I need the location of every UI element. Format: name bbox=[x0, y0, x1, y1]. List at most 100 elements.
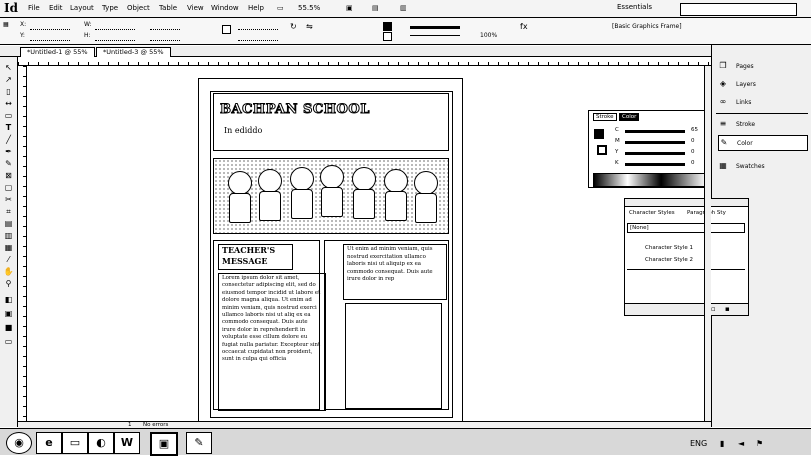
frame-style-select[interactable]: [Basic Graphics Frame] bbox=[612, 23, 682, 30]
w-field[interactable] bbox=[95, 21, 135, 30]
panel-pages[interactable]: ❐ Pages bbox=[718, 59, 806, 73]
rotate-icon[interactable]: ↻ bbox=[290, 22, 297, 31]
children-image-frame[interactable] bbox=[213, 158, 449, 234]
rectangle-tool-icon[interactable]: ▢ bbox=[3, 183, 14, 193]
scissors-tool-icon[interactable]: ✂ bbox=[3, 195, 14, 205]
hand-tool-icon[interactable]: ✋ bbox=[3, 267, 14, 277]
menu-object[interactable]: Object bbox=[127, 4, 150, 12]
fill-swatch[interactable] bbox=[594, 129, 604, 139]
word-icon[interactable]: W bbox=[114, 432, 140, 454]
panel-color[interactable]: ✎ Color bbox=[718, 135, 808, 151]
eyedropper-tool-icon[interactable]: ⁄ bbox=[3, 255, 14, 265]
direct-selection-tool-icon[interactable]: ↗ bbox=[3, 75, 14, 85]
ref-point-icon[interactable]: ▦ bbox=[3, 21, 9, 28]
slider-value[interactable]: 0 bbox=[691, 138, 695, 144]
rotate-field[interactable] bbox=[238, 21, 278, 30]
stroke-swatch[interactable] bbox=[597, 145, 607, 155]
gradient-swatch-tool-icon[interactable]: ▤ bbox=[3, 219, 14, 229]
panel-swatches[interactable]: ▦ Swatches bbox=[718, 159, 806, 173]
menu-view[interactable]: View bbox=[187, 4, 204, 12]
slider-value[interactable]: 0 bbox=[691, 160, 695, 166]
menu-table[interactable]: Table bbox=[159, 4, 177, 12]
style-none-row[interactable]: [None] bbox=[627, 223, 745, 233]
free-transform-tool-icon[interactable]: ⌗ bbox=[3, 207, 14, 217]
image-placeholder-frame[interactable] bbox=[345, 303, 442, 409]
vertical-ruler[interactable] bbox=[18, 66, 27, 421]
explorer-icon[interactable]: ▭ bbox=[62, 432, 88, 454]
right-text-frame[interactable]: Ut enim ad minim veniam, quis nostrud ex… bbox=[343, 244, 447, 300]
indesign-icon[interactable]: ▣ bbox=[150, 432, 178, 456]
ie-icon[interactable]: e bbox=[36, 432, 62, 454]
screen-mode-icon-tool[interactable]: ▭ bbox=[3, 337, 14, 347]
arrange-icon[interactable]: ▥ bbox=[400, 4, 407, 12]
zoom-tool-icon[interactable]: ⚲ bbox=[3, 279, 14, 289]
content-collector-icon[interactable]: ▭ bbox=[3, 111, 14, 121]
y-field[interactable] bbox=[30, 32, 70, 41]
view-options-icon[interactable]: ▤ bbox=[372, 4, 379, 12]
workspace-switcher[interactable]: Essentials bbox=[617, 3, 652, 11]
style-item[interactable]: Character Style 1 bbox=[645, 245, 693, 251]
header-frame[interactable]: BACHPAN SCHOOL In ediddo bbox=[213, 93, 449, 151]
vertical-scrollbar[interactable] bbox=[704, 66, 711, 421]
magenta-slider[interactable]: M0 bbox=[611, 138, 706, 146]
tab-untitled-1[interactable]: *Untitled-1 @ 55% bbox=[20, 47, 95, 57]
flip-icon[interactable]: ⇋ bbox=[306, 22, 313, 31]
gradient-feather-tool-icon[interactable]: ▥ bbox=[3, 231, 14, 241]
slider-value[interactable]: 0 bbox=[691, 149, 695, 155]
rectangle-frame-tool-icon[interactable]: ⊠ bbox=[3, 171, 14, 181]
tab-untitled-3[interactable]: *Untitled-3 @ 55% bbox=[96, 47, 171, 57]
horizontal-scrollbar[interactable]: 1 No errors bbox=[18, 421, 711, 428]
network-icon[interactable]: ▮ bbox=[720, 439, 724, 448]
selection-tool-icon[interactable]: ↖ bbox=[3, 63, 14, 73]
teacher-column[interactable]: TEACHER'S MESSAGE Lorem ipsum dolor sit … bbox=[213, 240, 326, 411]
media-icon[interactable]: ◐ bbox=[88, 432, 114, 454]
tab-character-styles[interactable]: Character Styles bbox=[629, 210, 675, 216]
h-field[interactable] bbox=[95, 32, 135, 41]
teacher-message-text[interactable]: Lorem ipsum dolor sit amet, consectetur … bbox=[218, 273, 326, 411]
panel-links[interactable]: ∞ Links bbox=[718, 95, 806, 109]
x-field[interactable] bbox=[30, 21, 70, 30]
delete-style-icon[interactable]: ▪ bbox=[725, 305, 730, 313]
slider-track[interactable] bbox=[625, 130, 685, 133]
menu-help[interactable]: Help bbox=[248, 4, 264, 12]
tray-language[interactable]: ENG bbox=[690, 439, 707, 448]
slider-track[interactable] bbox=[625, 163, 685, 166]
volume-icon[interactable]: ◄ bbox=[738, 439, 744, 448]
scale-y-field[interactable] bbox=[150, 32, 180, 41]
slider-track[interactable] bbox=[625, 141, 685, 144]
line-tool-icon[interactable]: ╱ bbox=[3, 135, 14, 145]
slider-value[interactable]: 65 bbox=[691, 127, 698, 133]
fill-swatch[interactable] bbox=[383, 22, 392, 31]
pencil-tool-icon[interactable]: ✎ bbox=[3, 159, 14, 169]
stroke-weight-preview[interactable] bbox=[410, 26, 460, 29]
bridge-icon[interactable]: ▭ bbox=[277, 4, 284, 12]
opacity-value[interactable]: 100% bbox=[480, 32, 497, 39]
menu-file[interactable]: File bbox=[28, 4, 40, 12]
fx-icon[interactable]: fx bbox=[520, 22, 528, 31]
panel-layers[interactable]: ◈ Layers bbox=[718, 77, 806, 91]
constrain-icon[interactable] bbox=[222, 25, 231, 34]
apply-color-icon[interactable]: ■ bbox=[3, 323, 14, 333]
start-button-icon[interactable]: ◉ bbox=[6, 432, 32, 454]
screen-mode-icon[interactable]: ▣ bbox=[346, 4, 353, 12]
gap-tool-icon[interactable]: ↔ bbox=[3, 99, 14, 109]
menu-layout[interactable]: Layout bbox=[70, 4, 94, 12]
slider-track[interactable] bbox=[625, 152, 685, 155]
yellow-slider[interactable]: Y0 bbox=[611, 149, 706, 157]
zoom-level[interactable]: 55.5% bbox=[298, 4, 320, 12]
menu-type[interactable]: Type bbox=[102, 4, 118, 12]
formatting-affects-icon[interactable]: ▣ bbox=[3, 309, 14, 319]
tab-color[interactable]: Color bbox=[619, 113, 640, 121]
teacher-message-title[interactable]: TEACHER'S MESSAGE bbox=[218, 244, 293, 270]
fill-stroke-icon[interactable]: ◧ bbox=[3, 295, 14, 305]
cyan-slider[interactable]: C 65 bbox=[611, 127, 706, 135]
stroke-type-preview[interactable] bbox=[410, 35, 460, 36]
flag-icon[interactable]: ⚑ bbox=[756, 439, 763, 448]
page-tool-icon[interactable]: ▯ bbox=[3, 87, 14, 97]
black-slider[interactable]: K0 bbox=[611, 160, 706, 168]
style-item[interactable]: Character Style 2 bbox=[645, 257, 693, 263]
tab-stroke[interactable]: Stroke bbox=[593, 113, 617, 121]
stroke-swatch[interactable] bbox=[383, 32, 392, 41]
panel-stroke[interactable]: ≡ Stroke bbox=[718, 117, 806, 131]
panel-header[interactable] bbox=[625, 199, 748, 207]
